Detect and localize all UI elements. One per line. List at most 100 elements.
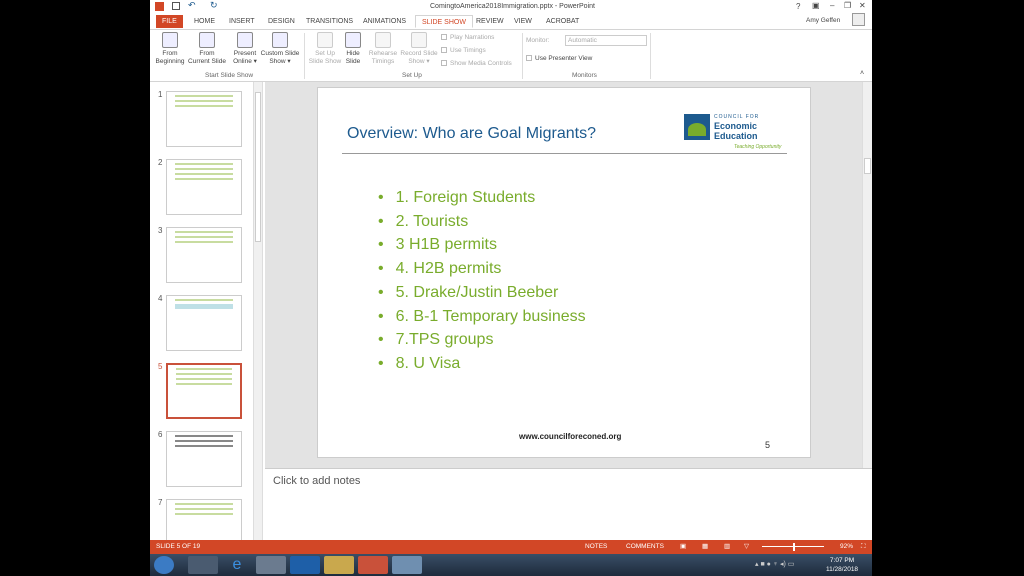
custom-show-icon bbox=[272, 32, 288, 48]
notes-button[interactable]: NOTES bbox=[585, 540, 607, 554]
present-online-button[interactable]: Present Online ▾ bbox=[232, 32, 258, 66]
show-media-controls-checkbox[interactable]: Show Media Controls bbox=[441, 60, 512, 67]
outlook-icon[interactable] bbox=[290, 556, 320, 574]
slideshow-icon bbox=[199, 32, 215, 48]
app-icon[interactable] bbox=[392, 556, 422, 574]
thumb-number: 5 bbox=[158, 362, 163, 371]
slide-canvas[interactable]: Overview: Who are Goal Migrants? COUNCIL… bbox=[317, 87, 811, 458]
tray-icons[interactable]: ▴ ■ ● ♆ ◂) ▭ bbox=[755, 560, 794, 568]
timer-icon bbox=[375, 32, 391, 48]
tab-slide-show[interactable]: SLIDE SHOW bbox=[415, 15, 473, 28]
hide-slide-button[interactable]: Hide Slide bbox=[344, 32, 362, 66]
minimize-button[interactable]: – bbox=[830, 1, 834, 10]
slide-editing-area: Overview: Who are Goal Migrants? COUNCIL… bbox=[265, 82, 872, 468]
tab-acrobat[interactable]: ACROBAT bbox=[540, 15, 585, 28]
chrome-icon[interactable] bbox=[256, 556, 286, 574]
tab-animations[interactable]: ANIMATIONS bbox=[357, 15, 412, 28]
use-presenter-view-checkbox[interactable]: Use Presenter View bbox=[526, 55, 592, 62]
thumbnails-scrollbar[interactable] bbox=[253, 82, 262, 540]
group-set-up: Set Up bbox=[402, 72, 422, 79]
label: Hide Slide bbox=[345, 50, 361, 65]
tab-home[interactable]: HOME bbox=[188, 15, 221, 28]
notes-pane[interactable]: Click to add notes bbox=[265, 468, 872, 540]
fit-slide-icon[interactable]: ⛶ bbox=[861, 540, 866, 554]
from-current-slide-button[interactable]: From Current Slide bbox=[188, 32, 226, 66]
slide-thumbnail-6[interactable] bbox=[166, 431, 242, 487]
ribbon-display-button[interactable]: ▣ bbox=[812, 1, 820, 10]
bullet-list[interactable]: 1. Foreign Students 2. Tourists 3 H1B pe… bbox=[378, 186, 586, 376]
checkbox-icon bbox=[526, 55, 532, 62]
notes-placeholder: Click to add notes bbox=[273, 475, 361, 487]
label: Rehearse Timings bbox=[368, 50, 398, 65]
bullet-item: 8. U Visa bbox=[378, 352, 586, 376]
internet-explorer-icon[interactable]: e bbox=[222, 556, 252, 574]
use-timings-checkbox[interactable]: Use Timings bbox=[441, 47, 486, 54]
media-player-icon[interactable] bbox=[188, 556, 218, 574]
globe-icon bbox=[237, 32, 253, 48]
time: 7:07 PM bbox=[829, 557, 855, 564]
play-narrations-checkbox[interactable]: Play Narrations bbox=[441, 34, 494, 41]
slide-scrollbar[interactable] bbox=[862, 82, 872, 468]
bullet-item: 2. Tourists bbox=[378, 210, 586, 234]
label: Show Media Controls bbox=[450, 60, 512, 67]
checkbox-icon bbox=[441, 47, 447, 54]
tab-insert[interactable]: INSERT bbox=[223, 15, 261, 28]
slide-thumbnail-4[interactable] bbox=[166, 295, 242, 351]
date: 11/28/2018 bbox=[826, 566, 859, 573]
label: From Beginning bbox=[155, 50, 185, 65]
comments-button[interactable]: COMMENTS bbox=[626, 540, 664, 554]
zoom-slider-handle[interactable] bbox=[793, 543, 795, 551]
avatar[interactable] bbox=[852, 13, 865, 26]
hide-slide-icon bbox=[345, 32, 361, 48]
monitor-dropdown[interactable]: Automatic bbox=[565, 35, 647, 46]
set-up-slide-show-button[interactable]: Set Up Slide Show bbox=[308, 32, 342, 66]
tab-transitions[interactable]: TRANSITIONS bbox=[300, 15, 359, 28]
custom-slide-show-button[interactable]: Custom Slide Show ▾ bbox=[260, 32, 300, 66]
slide-title[interactable]: Overview: Who are Goal Migrants? bbox=[347, 125, 596, 143]
collapse-ribbon-icon[interactable]: ˄ bbox=[860, 70, 864, 77]
label: Use Presenter View bbox=[535, 55, 593, 62]
slide-show-icon[interactable]: ▽ bbox=[744, 540, 749, 554]
thumb-number: 6 bbox=[158, 430, 163, 439]
tab-file[interactable]: FILE bbox=[156, 15, 183, 28]
start-button[interactable] bbox=[154, 556, 174, 574]
record-slide-show-button[interactable]: Record Slide Show ▾ bbox=[399, 32, 439, 66]
slide-thumbnail-2[interactable] bbox=[166, 159, 242, 215]
user-name[interactable]: Amy Geffen bbox=[806, 17, 840, 24]
bullet-item: 3 H1B permits bbox=[378, 233, 586, 257]
label: Monitor: bbox=[526, 37, 550, 44]
record-icon bbox=[411, 32, 427, 48]
restore-button[interactable]: ❐ bbox=[844, 1, 851, 10]
windows-taskbar: e ▴ ■ ● ♆ ◂) ▭ 7:07 PM 11/28/2018 bbox=[150, 554, 872, 576]
group-monitors: Monitors bbox=[572, 72, 597, 79]
zoom-level[interactable]: 92% bbox=[840, 540, 853, 554]
redo-icon[interactable]: ↻ bbox=[210, 0, 218, 11]
rehearse-timings-button[interactable]: Rehearse Timings bbox=[368, 32, 398, 66]
label: Custom Slide Show ▾ bbox=[260, 50, 300, 65]
tab-review[interactable]: REVIEW bbox=[470, 15, 510, 28]
clock[interactable]: 7:07 PM 11/28/2018 bbox=[826, 556, 858, 574]
council-for-economic-education-logo: COUNCIL FOR Economic Education Teaching O… bbox=[684, 112, 794, 154]
scroll-thumb[interactable] bbox=[864, 158, 871, 174]
group-start-slide-show: Start Slide Show bbox=[205, 72, 254, 79]
slide-number: 5 bbox=[765, 440, 771, 450]
label: From Current Slide bbox=[188, 50, 226, 65]
normal-view-icon[interactable]: ▣ bbox=[680, 540, 686, 554]
tab-design[interactable]: DESIGN bbox=[262, 15, 301, 28]
save-icon[interactable] bbox=[172, 2, 180, 10]
scroll-thumb[interactable] bbox=[255, 92, 261, 242]
undo-icon[interactable]: ↶ bbox=[188, 0, 196, 11]
help-button[interactable]: ? bbox=[796, 2, 800, 11]
from-beginning-button[interactable]: From Beginning bbox=[153, 32, 187, 66]
slide-sorter-icon[interactable]: ▦ bbox=[702, 540, 708, 554]
slide-thumbnail-5[interactable] bbox=[166, 363, 242, 419]
tab-view[interactable]: VIEW bbox=[508, 15, 538, 28]
reading-view-icon[interactable]: ▥ bbox=[724, 540, 730, 554]
logo-mark-icon bbox=[684, 114, 710, 140]
powerpoint-taskbar-icon[interactable] bbox=[358, 556, 388, 574]
close-button[interactable]: ✕ bbox=[859, 1, 866, 10]
file-explorer-icon[interactable] bbox=[324, 556, 354, 574]
label: Use Timings bbox=[450, 47, 486, 54]
slide-thumbnail-3[interactable] bbox=[166, 227, 242, 283]
slide-thumbnail-1[interactable] bbox=[166, 91, 242, 147]
